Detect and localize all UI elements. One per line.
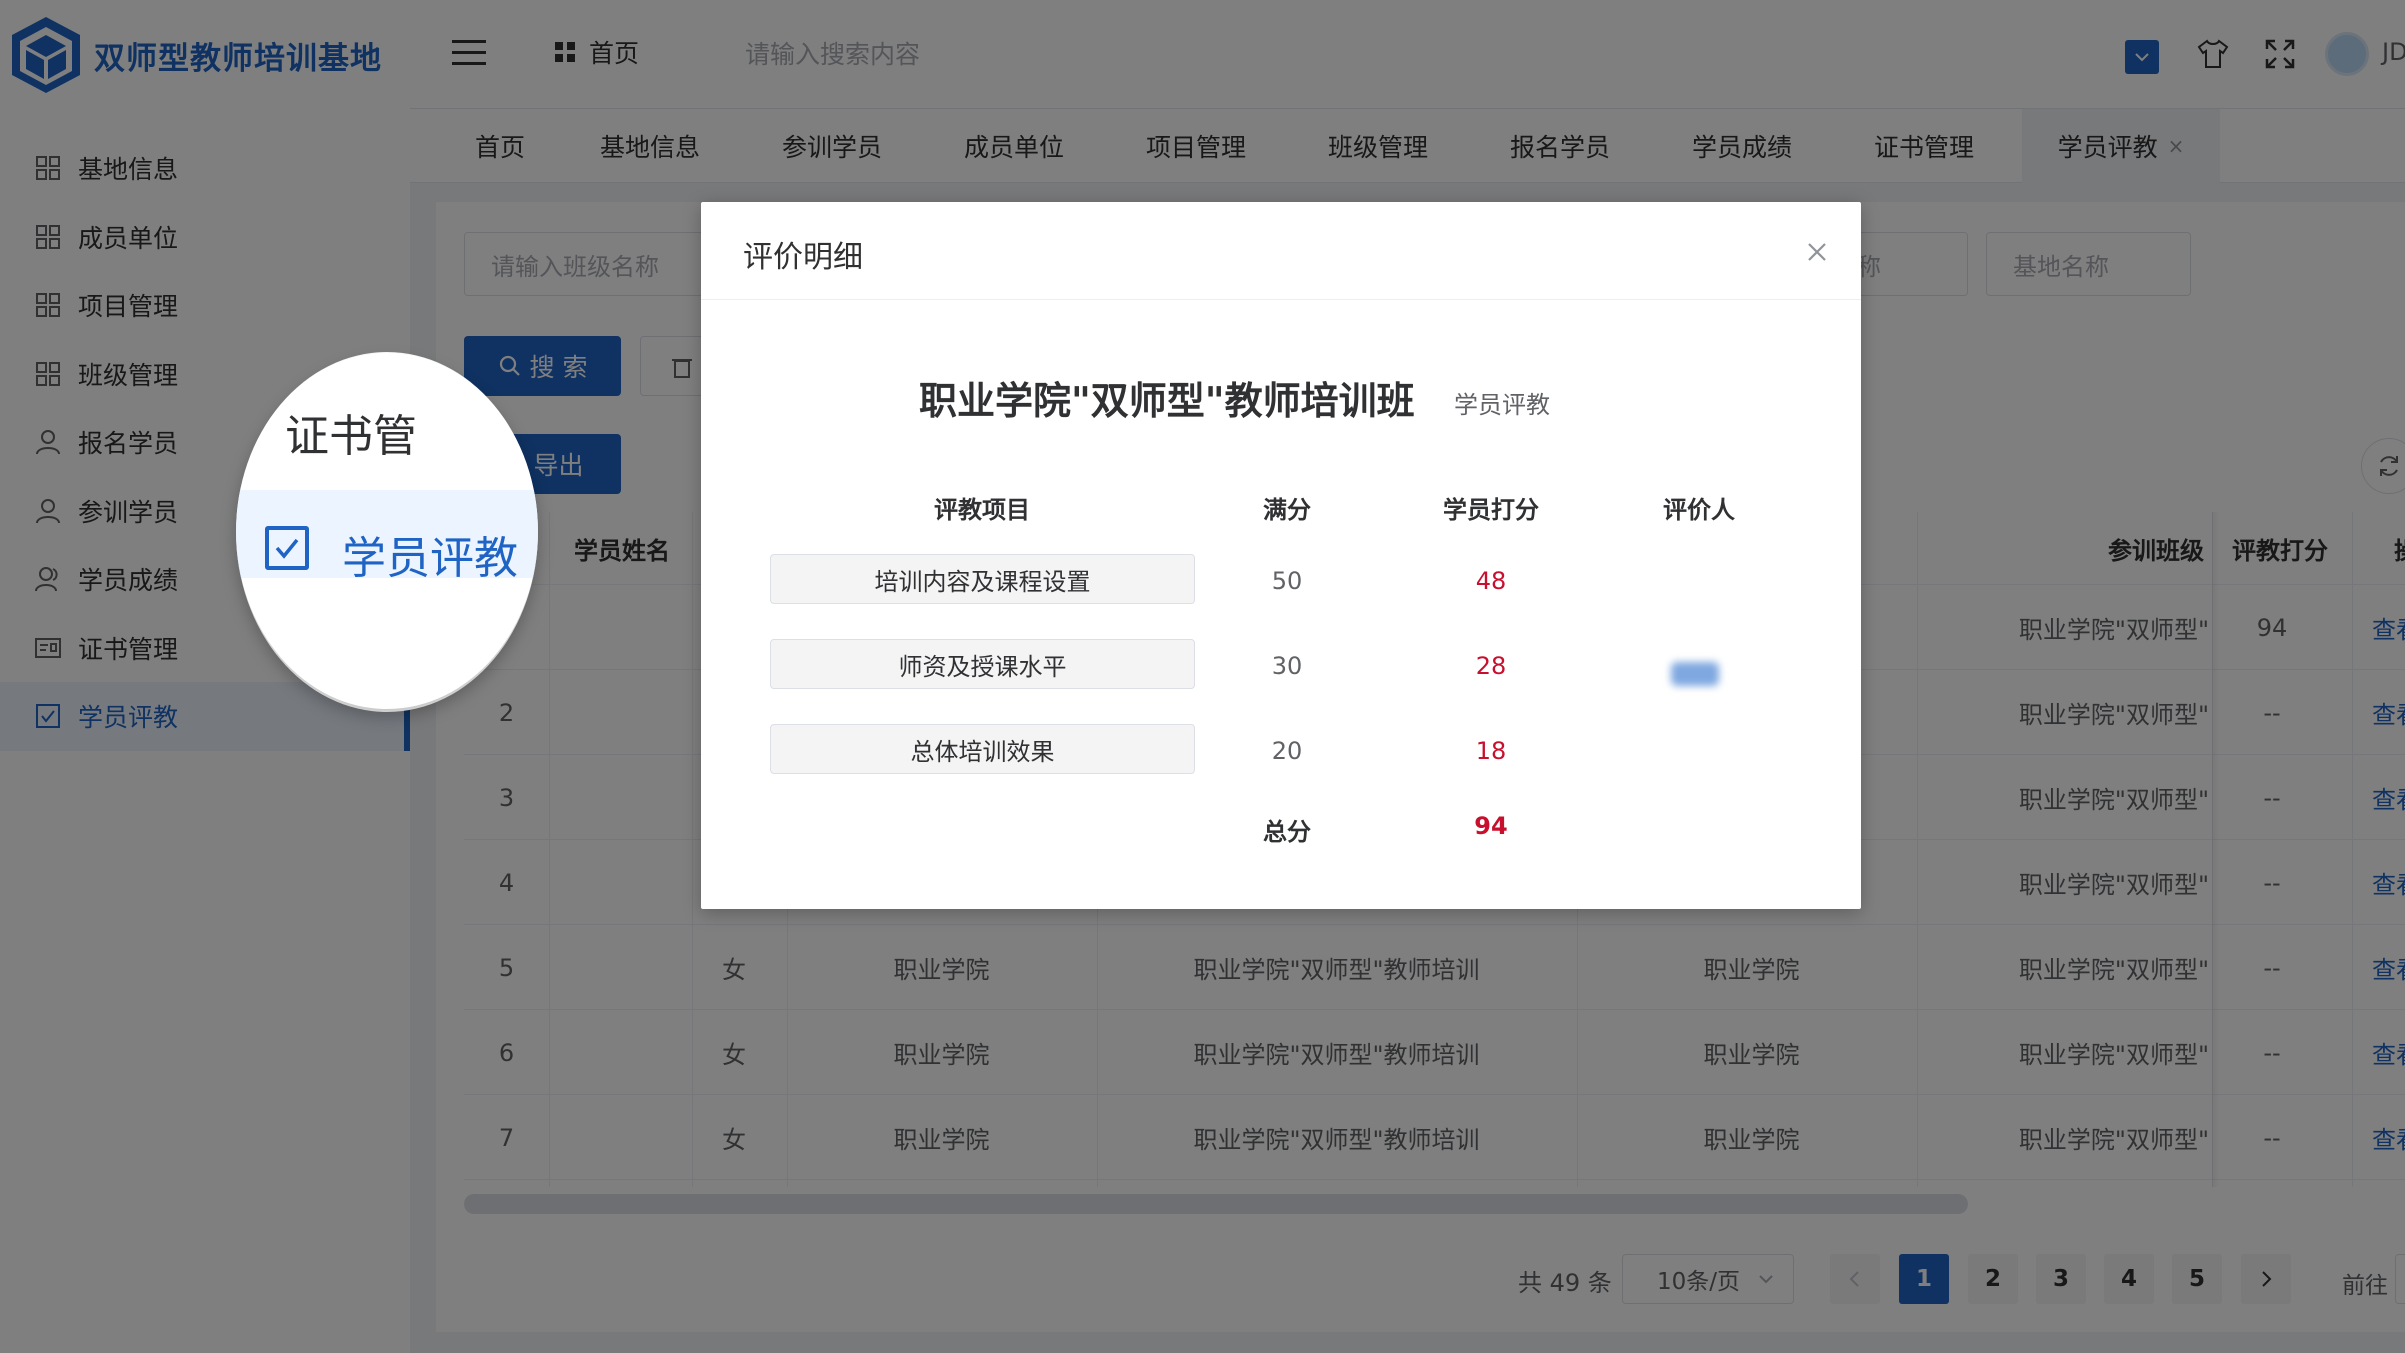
total-label: 总分 (1263, 818, 1311, 846)
dialog-title: 评价明细 (743, 240, 863, 275)
rater-name-redacted (1671, 662, 1719, 686)
col-rater: 评价人 (1663, 496, 1735, 524)
full-score: 50 (1271, 567, 1303, 595)
dialog-heading: 职业学院"双师型"教师培训班 (919, 379, 1415, 423)
eval-item: 培训内容及课程设置 (770, 554, 1195, 604)
eval-item: 总体培训效果 (770, 724, 1195, 774)
student-score: 48 (1475, 567, 1507, 595)
magnifier-active-label: 学员评教 (342, 533, 518, 584)
magnifier-cert-label: 证书管 (285, 411, 417, 462)
student-score: 18 (1475, 737, 1507, 765)
total-score: 94 (1474, 812, 1508, 840)
col-item: 评教项目 (934, 496, 1030, 524)
dialog-subheading: 学员评教 (1454, 391, 1550, 419)
dialog-header: 评价明细 (701, 202, 1861, 300)
eval-item: 师资及授课水平 (770, 639, 1195, 689)
evaluation-detail-dialog: 评价明细 职业学院"双师型"教师培训班 学员评教 评教项目 满分 学员打分 评价… (701, 202, 1861, 909)
student-score: 28 (1475, 652, 1507, 680)
close-icon[interactable] (1801, 236, 1833, 268)
app-root: 双师型教师培训基地 基地信息 成员单位 项目管理 班级管理 报名学员 (0, 0, 2405, 1353)
full-score: 30 (1271, 652, 1303, 680)
col-student-score: 学员打分 (1443, 496, 1539, 524)
full-score: 20 (1271, 737, 1303, 765)
col-full: 满分 (1263, 496, 1311, 524)
checkbox-icon (265, 526, 309, 570)
